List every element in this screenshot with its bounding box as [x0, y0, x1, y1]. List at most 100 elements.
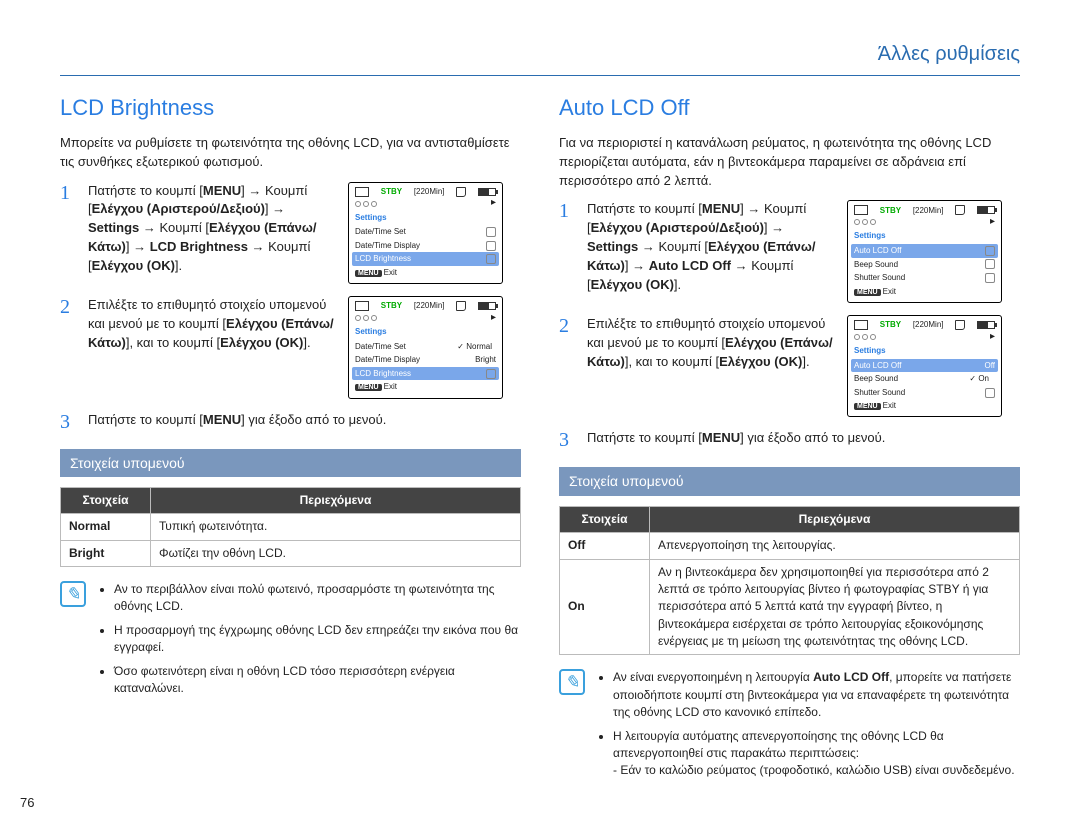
step-number: 1	[60, 182, 78, 204]
option-bright: Bright	[475, 354, 496, 366]
auto-mini-screen-1: STBY [220Min] ▸ Settings Auto LCD Off	[847, 200, 1002, 303]
stby-label: STBY	[880, 319, 901, 331]
stby-label: STBY	[381, 186, 402, 198]
film-icon	[355, 187, 369, 197]
lcd-step2-text: Επιλέξτε το επιθυμητό στοιχείο υπομενού …	[88, 296, 338, 353]
menu-item: Beep Sound ✓ On	[851, 372, 998, 386]
arrow-right-icon: ▸	[990, 330, 995, 345]
film-icon	[854, 320, 868, 330]
tab-dots	[854, 334, 876, 340]
auto-title: Auto LCD Off	[559, 92, 1020, 124]
menu-item: Date/Time Set ✓ Normal	[352, 340, 499, 354]
table-row: Off Απενεργοποίηση της λειτουργίας.	[560, 533, 1020, 559]
lcd-step3: 3 Πατήστε το κουμπί [MENU] για έξοδο από…	[60, 411, 521, 433]
settings-label: Settings	[851, 228, 998, 244]
lcd-step1-text: Πατήστε το κουμπί [MENU] → Κουμπί [Ελέγχ…	[88, 182, 338, 276]
settings-label: Settings	[851, 343, 998, 359]
arrow-right-icon: ▸	[491, 196, 496, 211]
battery-icon	[478, 188, 496, 196]
sd-icon	[955, 205, 965, 215]
lcd-intro: Μπορείτε να ρυθμίσετε τη φωτεινότητα της…	[60, 134, 521, 172]
item-icon	[486, 369, 496, 379]
note-item: Η λειτουργία αυτόματης απενεργοποίησης τ…	[613, 728, 1020, 780]
auto-submenu-table: Στοιχεία Περιεχόμενα Off Απενεργοποίηση …	[559, 506, 1020, 656]
rec-time: [220Min]	[913, 319, 944, 331]
auto-step3: 3 Πατήστε το κουμπί [MENU] για έξοδο από…	[559, 429, 1020, 451]
stby-label: STBY	[880, 205, 901, 217]
auto-step1-text: Πατήστε το κουμπί [MENU] → Κουμπί [Ελέγχ…	[587, 200, 837, 294]
auto-step2-text: Επιλέξτε το επιθυμητό στοιχείο υπομενού …	[587, 315, 837, 372]
lcd-submenu-table: Στοιχεία Περιεχόμενα Normal Τυπική φωτει…	[60, 487, 521, 567]
col-lcd-brightness: LCD Brightness Μπορείτε να ρυθμίσετε τη …	[60, 92, 521, 786]
menu-exit: MENUExit	[352, 380, 499, 394]
table-header: Στοιχεία	[61, 487, 151, 513]
sd-icon	[456, 187, 466, 197]
cell-key: Normal	[61, 514, 151, 540]
menu-item: Date/Time Display	[352, 239, 499, 253]
submenu-heading: Στοιχεία υπομενού	[559, 467, 1020, 495]
menu-item-selected: LCD Brightness	[352, 367, 499, 381]
battery-icon	[977, 321, 995, 329]
arrow-right-icon: ▸	[491, 311, 496, 326]
menu-exit: MENUExit	[851, 285, 998, 299]
menu-item: Date/Time Display Bright	[352, 353, 499, 367]
sd-icon	[955, 320, 965, 330]
menu-item: Date/Time Set	[352, 225, 499, 239]
menu-exit: MENUExit	[851, 399, 998, 413]
film-icon	[355, 301, 369, 311]
cell-value: Απενεργοποίηση της λειτουργίας.	[650, 533, 1020, 559]
rec-time: [220Min]	[414, 300, 445, 312]
note-item: Αν είναι ενεργοποιημένη η λειτουργία Aut…	[613, 669, 1020, 721]
lcd-mini-screen-2: STBY [220Min] ▸ Settings Date/Time Set	[348, 296, 503, 399]
item-icon	[486, 254, 496, 264]
table-row: On Αν η βιντεοκάμερα δεν χρησιμοποιηθεί …	[560, 559, 1020, 655]
auto-notes: ✎ Αν είναι ενεργοποιημένη η λειτουργία A…	[559, 669, 1020, 785]
menu-item-selected: Auto LCD Off	[851, 244, 998, 258]
item-icon	[486, 241, 496, 251]
lcd-step3-text: Πατήστε το κουμπί [MENU] για έξοδο από τ…	[88, 411, 521, 430]
auto-step3-text: Πατήστε το κουμπί [MENU] για έξοδο από τ…	[587, 429, 1020, 448]
table-header: Στοιχεία	[560, 506, 650, 532]
lcd-title: LCD Brightness	[60, 92, 521, 124]
item-icon	[985, 273, 995, 283]
cell-value: Τυπική φωτεινότητα.	[151, 514, 521, 540]
item-icon	[985, 259, 995, 269]
table-header: Περιεχόμενα	[151, 487, 521, 513]
submenu-heading: Στοιχεία υπομενού	[60, 449, 521, 477]
arrow-right-icon: ▸	[990, 215, 995, 230]
step-number: 2	[60, 296, 78, 318]
option-off: Off	[984, 360, 995, 372]
rec-time: [220Min]	[414, 186, 445, 198]
table-row: Bright Φωτίζει την οθόνη LCD.	[61, 540, 521, 566]
menu-exit: MENUExit	[352, 266, 499, 280]
note-item: Η προσαρμογή της έγχρωμης οθόνης LCD δεν…	[114, 622, 521, 657]
lcd-step1: 1 Πατήστε το κουμπί [MENU] → Κουμπί [Ελέ…	[60, 182, 521, 285]
menu-button-icon: MENU	[355, 270, 382, 277]
rec-time: [220Min]	[913, 205, 944, 217]
table-row: Normal Τυπική φωτεινότητα.	[61, 514, 521, 540]
menu-item: Shutter Sound	[851, 386, 998, 400]
cell-key: Bright	[61, 540, 151, 566]
step-number: 1	[559, 200, 577, 222]
film-icon	[854, 205, 868, 215]
step-number: 3	[559, 429, 577, 451]
item-icon	[985, 388, 995, 398]
section-header: Άλλες ρυθμίσεις	[60, 40, 1020, 76]
option-on: ✓ On	[963, 373, 995, 385]
lcd-mini-screen-1: STBY [220Min] ▸ Settings Date/Time Set	[348, 182, 503, 285]
cell-key: Off	[560, 533, 650, 559]
note-item: Αν το περιβάλλον είναι πολύ φωτεινό, προ…	[114, 581, 521, 616]
sd-icon	[456, 301, 466, 311]
auto-step2: 2 Επιλέξτε το επιθυμητό στοιχείο υπομενο…	[559, 315, 1020, 418]
stby-label: STBY	[381, 300, 402, 312]
menu-item-selected: LCD Brightness	[352, 252, 499, 266]
battery-icon	[478, 302, 496, 310]
menu-button-icon: MENU	[854, 403, 881, 410]
note-item: Όσο φωτεινότερη είναι η οθόνη LCD τόσο π…	[114, 663, 521, 698]
col-auto-lcd-off: Auto LCD Off Για να περιοριστεί η κατανά…	[559, 92, 1020, 786]
menu-item-selected: Auto LCD Off Off	[851, 359, 998, 373]
cell-key: On	[560, 559, 650, 655]
auto-intro: Για να περιοριστεί η κατανάλωση ρεύματος…	[559, 134, 1020, 191]
tab-dots	[854, 219, 876, 225]
lcd-step2: 2 Επιλέξτε το επιθυμητό στοιχείο υπομενο…	[60, 296, 521, 399]
